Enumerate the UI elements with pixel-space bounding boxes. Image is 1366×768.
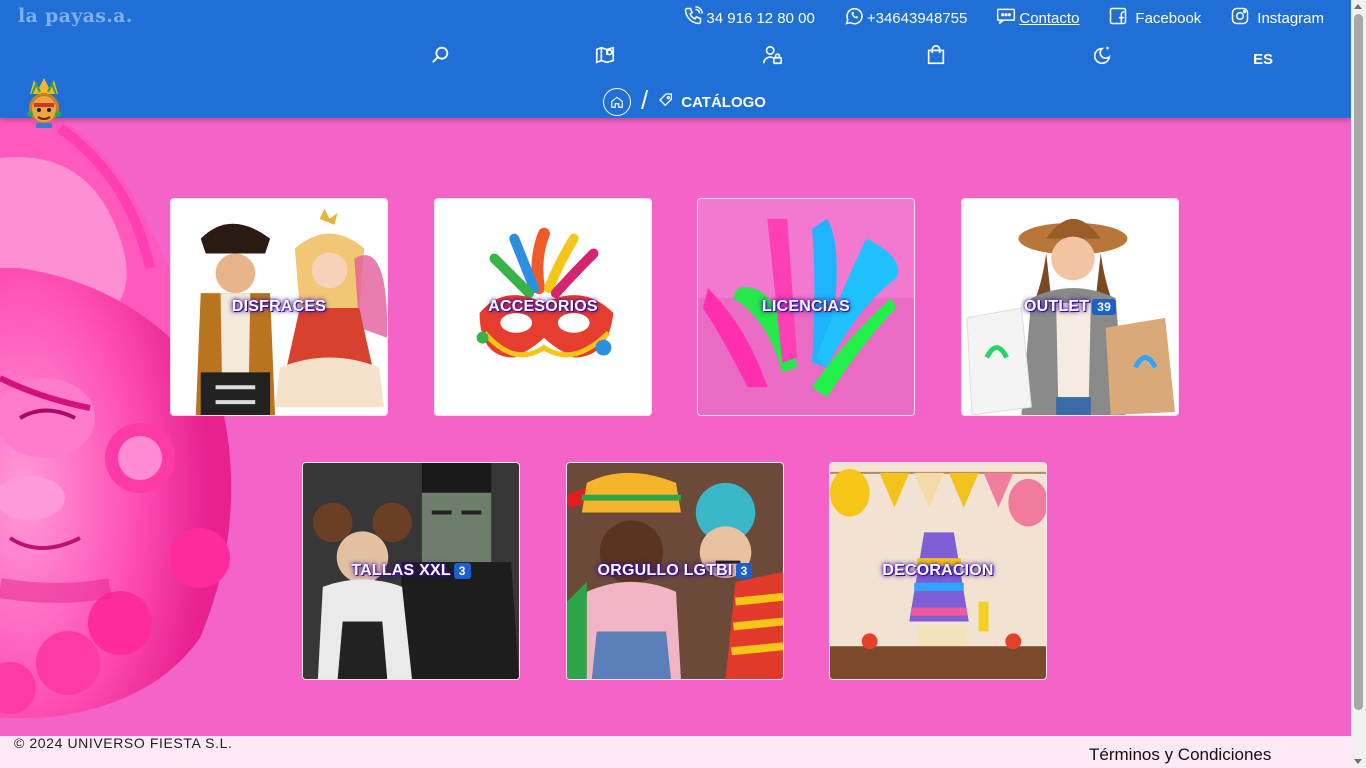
scroll-up-arrow-icon[interactable] [1354, 4, 1362, 9]
facebook-link[interactable]: Facebook [1108, 6, 1201, 30]
whatsapp-icon [844, 6, 864, 30]
category-label: DECORACION [830, 562, 1046, 580]
breadcrumb-current-label: CATÁLOGO [681, 93, 766, 111]
category-tile-accesorios[interactable]: ACCESORIOS [434, 198, 652, 416]
category-label: ORGULLO LGTBI 3 [567, 562, 783, 580]
shopping-bag-icon[interactable] [925, 44, 949, 68]
phone-number: 34 916 12 80 00 [706, 9, 815, 27]
category-label: OUTLET 39 [962, 298, 1178, 316]
category-tile-tallas-xxl[interactable]: TALLAS XXL 3 [302, 462, 520, 680]
whatsapp-link[interactable]: +34643948755 [844, 6, 968, 30]
contact-link[interactable]: Contacto [996, 6, 1079, 30]
category-label: DISFRACES [171, 298, 387, 316]
nav-icon-row [0, 44, 1351, 74]
instagram-link[interactable]: Instagram [1230, 6, 1324, 30]
category-name: ORGULLO LGTBI [597, 562, 733, 579]
product-count-badge: 39 [1092, 299, 1116, 315]
category-name: LICENCIAS [761, 298, 851, 315]
site-header: la payas.a. 34 916 12 80 00 +34643948755… [0, 0, 1351, 118]
category-tile-decoracion[interactable]: DECORACION [829, 462, 1047, 680]
site-footer: © 2024 UNIVERSO FIESTA S.L. Términos y C… [0, 735, 1351, 768]
contact-label: Contacto [1019, 9, 1080, 27]
category-tile-disfraces[interactable]: DISFRACES [170, 198, 388, 416]
phone-icon [683, 6, 704, 30]
breadcrumb-separator: / [641, 85, 649, 115]
product-count-badge: 3 [453, 563, 471, 579]
dark-mode-moon-icon[interactable] [1091, 44, 1115, 68]
brand-logo-text[interactable]: la payas.a. [18, 5, 133, 27]
instagram-label: Instagram [1257, 9, 1324, 27]
instagram-icon [1230, 6, 1250, 30]
page-scrollbar[interactable] [1351, 0, 1366, 768]
whatsapp-number: +34643948755 [866, 9, 968, 27]
breadcrumb-catalog[interactable]: CATÁLOGO [658, 92, 766, 112]
category-label: ACCESORIOS [435, 298, 651, 316]
category-name: TALLAS XXL [351, 562, 451, 579]
search-icon[interactable] [429, 44, 453, 68]
site-logo-mascot[interactable] [22, 76, 66, 132]
category-name: ACCESORIOS [488, 298, 598, 315]
phone-link[interactable]: 34 916 12 80 00 [683, 6, 815, 30]
facebook-icon [1108, 6, 1128, 30]
user-account-icon[interactable] [761, 44, 785, 68]
category-label: LICENCIAS [698, 298, 914, 316]
home-icon[interactable] [603, 88, 631, 116]
category-name: OUTLET [1024, 298, 1090, 315]
breadcrumb: / CATÁLOGO [603, 85, 766, 116]
scroll-down-arrow-icon[interactable] [1354, 759, 1362, 764]
chat-icon [996, 6, 1016, 30]
language-selector[interactable]: ES [1253, 51, 1273, 68]
category-name: DISFRACES [231, 298, 327, 315]
category-tile-licencias[interactable]: LICENCIAS [697, 198, 915, 416]
copyright-text: © 2024 UNIVERSO FIESTA S.L. [14, 735, 233, 751]
top-links: 34 916 12 80 00 +34643948755 Contacto Fa… [683, 6, 1324, 30]
category-name: DECORACION [882, 562, 994, 579]
map-icon[interactable] [594, 44, 618, 68]
facebook-label: Facebook [1135, 9, 1202, 27]
tag-icon [658, 92, 674, 112]
category-label: TALLAS XXL 3 [303, 562, 519, 580]
category-tile-outlet[interactable]: OUTLET 39 [961, 198, 1179, 416]
product-count-badge: 3 [735, 563, 753, 579]
terms-link[interactable]: Términos y Condiciones [1089, 745, 1271, 765]
scrollbar-thumb[interactable] [1354, 14, 1363, 710]
category-tile-orgullo-lgtbi[interactable]: ORGULLO LGTBI 3 [566, 462, 784, 680]
